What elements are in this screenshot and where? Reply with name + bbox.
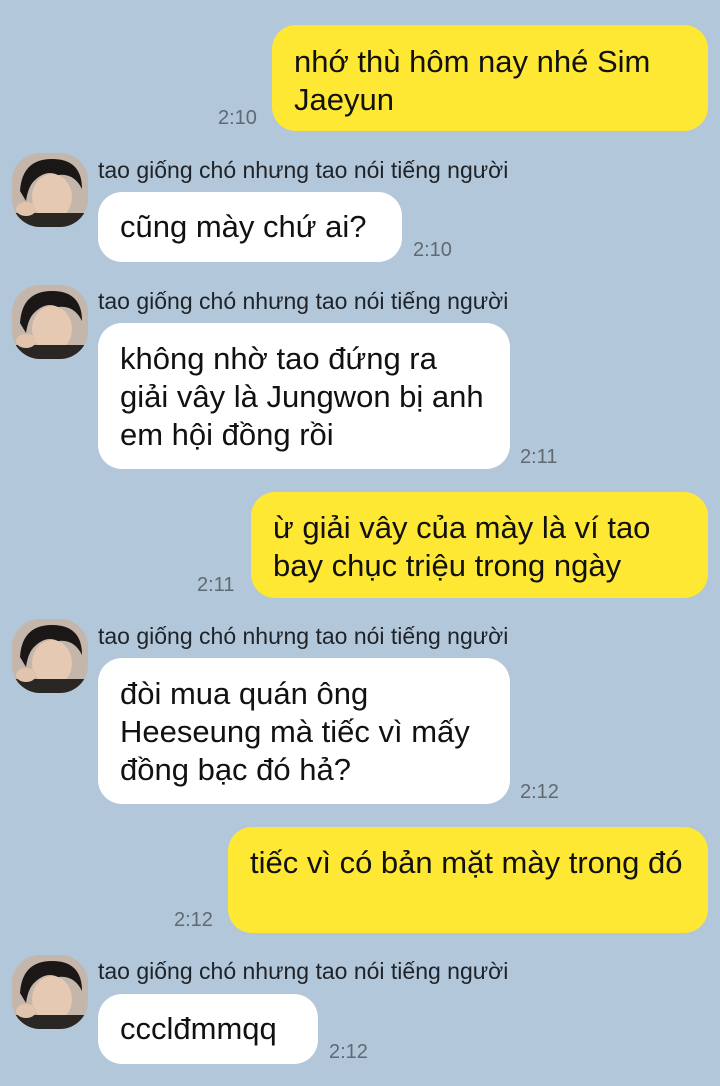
sender-name: tao giống chó nhưng tao nói tiếng người bbox=[98, 958, 509, 984]
message-bubble-incoming[interactable]: ccclđmmqq bbox=[98, 994, 318, 1064]
sender-name: tao giống chó nhưng tao nói tiếng người bbox=[98, 157, 509, 183]
message-bubble-incoming[interactable]: cũng mày chứ ai? bbox=[98, 192, 402, 262]
avatar-photo-icon bbox=[12, 619, 88, 693]
avatar-photo-icon bbox=[12, 153, 88, 227]
message-time: 2:10 bbox=[218, 107, 257, 129]
avatar-photo-icon bbox=[12, 285, 88, 359]
message-time: 2:12 bbox=[520, 781, 559, 803]
message-bubble-incoming[interactable]: không nhờ tao đứng ra giải vây là Jungwo… bbox=[98, 323, 510, 469]
message-time: 2:11 bbox=[520, 446, 558, 468]
message-time: 2:12 bbox=[329, 1041, 368, 1063]
sender-name: tao giống chó nhưng tao nói tiếng người bbox=[98, 288, 509, 314]
message-bubble-outgoing[interactable]: nhớ thù hôm nay nhé Sim Jaeyun bbox=[272, 25, 708, 131]
message-time: 2:12 bbox=[174, 909, 213, 931]
message-bubble-outgoing[interactable]: ừ giải vây của mày là ví tao bay chục tr… bbox=[251, 492, 708, 598]
message-bubble-incoming[interactable]: đòi mua quán ông Heeseung mà tiếc vì mấy… bbox=[98, 658, 510, 804]
sender-avatar[interactable] bbox=[12, 153, 88, 227]
sender-name: tao giống chó nhưng tao nói tiếng người bbox=[98, 623, 509, 649]
avatar-photo-icon bbox=[12, 955, 88, 1029]
sender-avatar[interactable] bbox=[12, 955, 88, 1029]
message-time: 2:10 bbox=[413, 239, 452, 261]
message-time: 2:11 bbox=[197, 574, 235, 596]
sender-avatar[interactable] bbox=[12, 285, 88, 359]
message-bubble-outgoing[interactable]: tiếc vì có bản mặt mày trong đó bbox=[228, 827, 708, 933]
sender-avatar[interactable] bbox=[12, 619, 88, 693]
